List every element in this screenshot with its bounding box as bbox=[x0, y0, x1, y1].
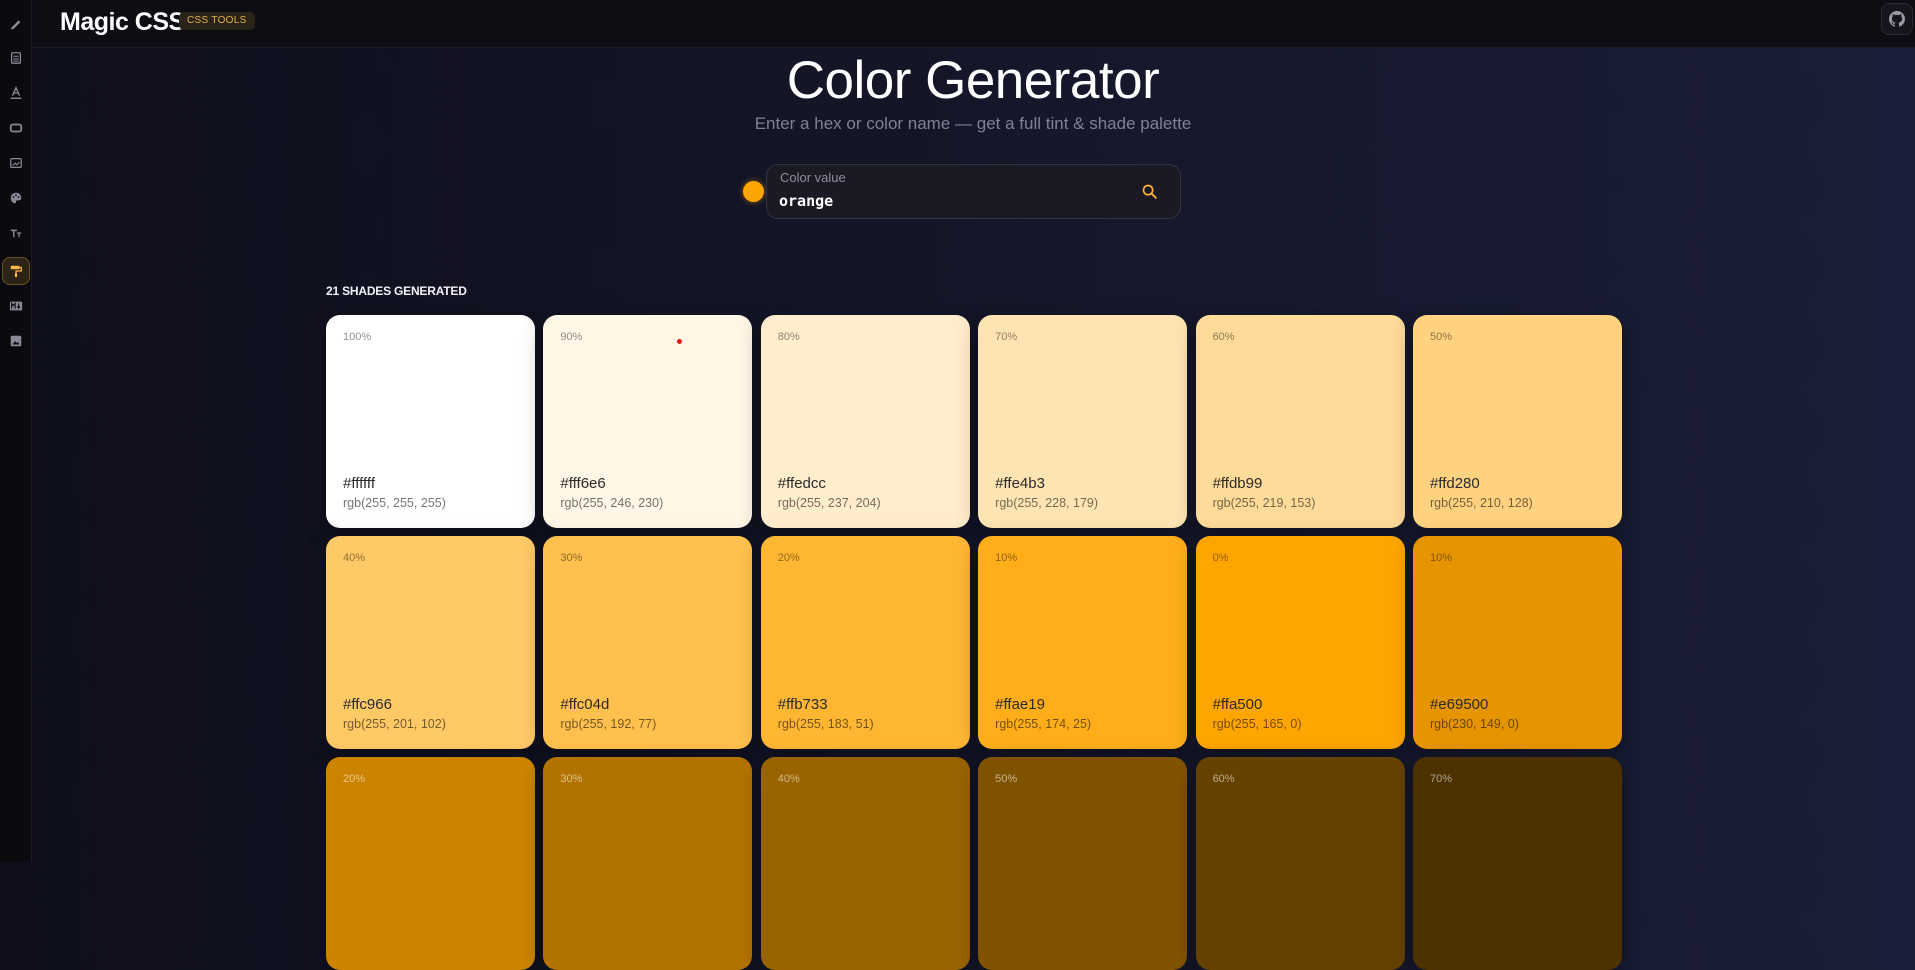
shade-hex: #ffdb99 bbox=[1212, 475, 1263, 492]
app-logo[interactable]: Magic CSS bbox=[60, 8, 185, 37]
shade-hex: #fff6e6 bbox=[560, 475, 606, 492]
shade-rgb: rgb(255, 201, 102) bbox=[343, 717, 446, 731]
shade-percent: 100% bbox=[343, 331, 372, 343]
color-input-box: Color value bbox=[766, 164, 1181, 219]
shade-card[interactable]: 40% bbox=[760, 757, 970, 970]
shade-rgb: rgb(255, 210, 128) bbox=[1429, 496, 1533, 510]
shade-percent: 50% bbox=[995, 773, 1018, 785]
shade-card[interactable]: 40% #ffc966 rgb(255, 201, 102) bbox=[326, 536, 535, 749]
shade-card[interactable]: 100% #ffffff rgb(255, 255, 255) bbox=[326, 315, 535, 528]
shade-hex: #ffffff bbox=[343, 475, 375, 492]
paint-roller-icon bbox=[10, 265, 22, 278]
shade-rgb: rgb(255, 255, 255) bbox=[343, 496, 446, 510]
shade-rgb: rgb(255, 192, 77) bbox=[560, 717, 657, 731]
shade-card[interactable]: 20% bbox=[326, 757, 535, 970]
shade-card[interactable]: 80% #ffedcc rgb(255, 237, 204) bbox=[760, 315, 970, 528]
shade-percent: 80% bbox=[777, 331, 800, 343]
sidebar-tool-font-size[interactable] bbox=[2, 219, 30, 247]
shade-card[interactable]: 0% #ffa500 rgb(255, 165, 0) bbox=[1195, 536, 1405, 749]
shade-hex: #ffc04d bbox=[560, 696, 610, 713]
shade-hex: #e69500 bbox=[1429, 696, 1489, 713]
shade-hex: #ffae19 bbox=[995, 696, 1045, 713]
shade-card[interactable]: 20% #ffb733 rgb(255, 183, 51) bbox=[760, 536, 970, 749]
shade-count-label: 21 SHADES GENERATED bbox=[326, 284, 467, 298]
shade-percent: 30% bbox=[560, 773, 583, 785]
shade-card[interactable]: 90% #fff6e6 rgb(255, 246, 230) bbox=[543, 315, 753, 528]
shade-rgb: rgb(255, 174, 25) bbox=[995, 717, 1092, 731]
shade-rgb: rgb(255, 165, 0) bbox=[1212, 717, 1302, 731]
shade-percent: 60% bbox=[1212, 773, 1235, 785]
shade-grid: 100% #ffffff rgb(255, 255, 255) 90% #fff6e6 r… bbox=[326, 315, 1622, 970]
shade-hex: #ffb733 bbox=[777, 696, 828, 713]
sidebar-tool-pen[interactable] bbox=[2, 9, 30, 37]
search-button[interactable] bbox=[1138, 180, 1160, 202]
shade-percent: 60% bbox=[1212, 331, 1235, 343]
search-icon bbox=[1142, 184, 1157, 199]
shade-percent: 30% bbox=[560, 552, 583, 564]
shade-percent: 10% bbox=[1429, 552, 1452, 564]
shade-card[interactable]: 30% #ffc04d rgb(255, 192, 77) bbox=[543, 536, 753, 749]
shade-hex: #ffe4b3 bbox=[995, 475, 1045, 492]
shade-rgb: rgb(255, 219, 153) bbox=[1212, 496, 1316, 510]
shade-hex: #ffc966 bbox=[343, 696, 392, 713]
shade-percent: 40% bbox=[343, 552, 366, 564]
image-frame-icon bbox=[9, 158, 22, 168]
shade-percent: 10% bbox=[995, 552, 1018, 564]
shade-percent: 0% bbox=[1212, 552, 1229, 564]
shade-rgb: rgb(255, 183, 51) bbox=[777, 717, 874, 731]
github-button[interactable] bbox=[1881, 3, 1913, 35]
shade-percent: 20% bbox=[343, 773, 366, 785]
shade-card[interactable]: 10% #ffae19 rgb(255, 174, 25) bbox=[978, 536, 1188, 749]
shade-percent: 20% bbox=[777, 552, 800, 564]
shade-rgb: rgb(230, 149, 0) bbox=[1429, 717, 1519, 731]
shade-hex: #ffedcc bbox=[777, 475, 826, 492]
sidebar-tool-image[interactable] bbox=[2, 327, 30, 355]
shade-percent: 40% bbox=[777, 773, 800, 785]
font-size-icon bbox=[10, 229, 21, 238]
shade-percent: 90% bbox=[560, 331, 583, 343]
palette-icon bbox=[10, 192, 21, 204]
top-bar: Magic CSS CSS TOOLS bbox=[33, 0, 1915, 48]
shade-percent: 70% bbox=[995, 331, 1018, 343]
page-subtitle: Enter a hex or color name — get a full t… bbox=[754, 114, 1192, 133]
image-icon bbox=[10, 335, 21, 347]
markdown-icon bbox=[9, 301, 22, 311]
shade-rgb: rgb(255, 228, 179) bbox=[995, 496, 1099, 510]
shade-hex: #ffd280 bbox=[1429, 475, 1480, 492]
sidebar-tool-palette[interactable] bbox=[2, 184, 30, 212]
shade-hex: #ffa500 bbox=[1212, 696, 1263, 713]
shade-percent: 50% bbox=[1429, 331, 1452, 343]
shade-card[interactable]: 70% bbox=[1412, 757, 1622, 970]
shade-card[interactable]: 60% #ffdb99 rgb(255, 219, 153) bbox=[1195, 315, 1405, 528]
pen-icon bbox=[10, 20, 20, 30]
shade-card[interactable]: 10% #e69500 rgb(230, 149, 0) bbox=[1412, 536, 1622, 749]
shade-card[interactable]: 50% bbox=[978, 757, 1188, 970]
color-value-input[interactable] bbox=[779, 189, 1119, 213]
color-input-label: Color value bbox=[780, 170, 846, 185]
sidebar-tool-image-frame[interactable] bbox=[2, 149, 30, 177]
shade-rgb: rgb(255, 246, 230) bbox=[560, 496, 664, 510]
app-badge: CSS TOOLS bbox=[179, 12, 255, 30]
page-title: Color Generator bbox=[786, 51, 1160, 110]
color-preview-swatch bbox=[743, 181, 764, 202]
shade-card[interactable]: 50% #ffd280 rgb(255, 210, 128) bbox=[1412, 315, 1622, 528]
shade-card[interactable]: 70% #ffe4b3 rgb(255, 228, 179) bbox=[978, 315, 1188, 528]
shade-percent: 70% bbox=[1429, 773, 1452, 785]
sidebar-tool-markdown[interactable] bbox=[2, 292, 30, 320]
shade-rgb: rgb(255, 237, 204) bbox=[777, 496, 881, 510]
cursor-marker bbox=[677, 339, 682, 344]
shade-card[interactable]: 60% bbox=[1195, 757, 1405, 970]
github-icon bbox=[1889, 11, 1905, 27]
shade-card[interactable]: 30% bbox=[543, 757, 753, 970]
sidebar-tool-paint-roller[interactable] bbox=[1, 257, 30, 285]
